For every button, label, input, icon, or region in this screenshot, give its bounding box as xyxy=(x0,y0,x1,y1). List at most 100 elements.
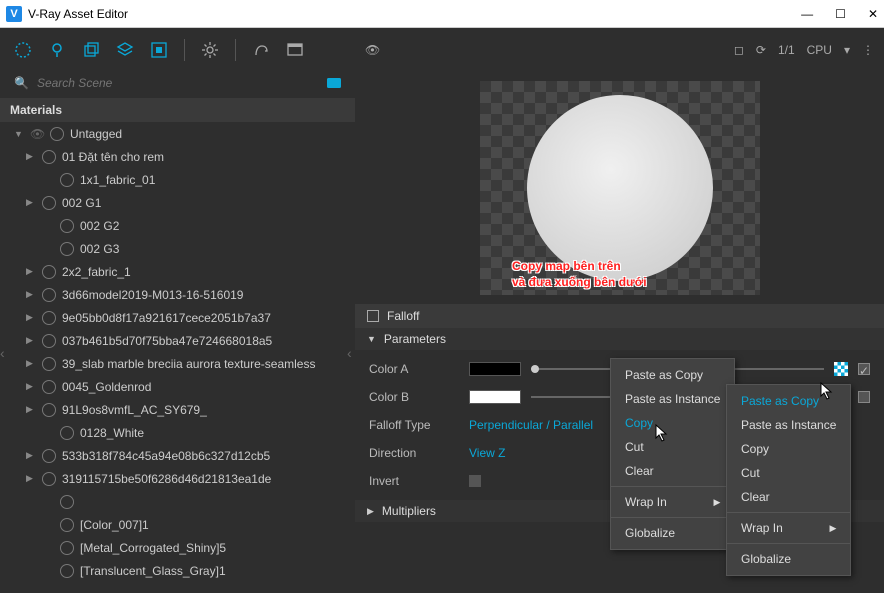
tree-item-label: 39_slab marble breciia aurora texture-se… xyxy=(62,357,315,371)
menu-item[interactable]: Paste as Instance xyxy=(611,387,734,411)
menu-item[interactable]: Cut xyxy=(727,461,850,485)
color-b-map-checkbox[interactable] xyxy=(858,391,870,403)
tree-arrow-icon: ▶ xyxy=(26,266,36,277)
window-minimize-button[interactable]: — xyxy=(801,7,813,21)
direction-value[interactable]: View Z xyxy=(469,446,505,460)
parameters-header[interactable]: ▼ Parameters xyxy=(355,328,884,350)
search-input[interactable] xyxy=(37,76,319,90)
toolbar-divider xyxy=(235,39,236,61)
falloff-icon xyxy=(367,310,379,322)
search-filter-icon[interactable] xyxy=(327,78,341,88)
invert-checkbox[interactable] xyxy=(469,475,481,487)
render-icon[interactable] xyxy=(248,37,274,63)
menu-item[interactable]: Wrap In▶ xyxy=(611,490,734,514)
tree-item[interactable]: ▶ 9e05bb0d8f17a921617cece2051b7a37 xyxy=(10,306,351,329)
parameters-title: Parameters xyxy=(384,332,446,346)
window-maximize-button[interactable]: ☐ xyxy=(835,7,846,21)
material-swatch-icon xyxy=(60,564,74,578)
tree-item[interactable]: [Translucent_Glass_Gray]1 xyxy=(10,559,351,582)
lights-tab-icon[interactable] xyxy=(44,37,70,63)
color-a-swatch[interactable] xyxy=(469,362,521,376)
color-b-swatch[interactable] xyxy=(469,390,521,404)
menu-item[interactable]: Paste as Copy xyxy=(611,363,734,387)
falloff-header[interactable]: Falloff xyxy=(355,304,884,328)
asset-toolbar xyxy=(0,28,355,72)
tree-item-label: 319115715be50f6286d46d21813ea1de xyxy=(62,472,271,486)
tree-item[interactable]: ▶91L9os8vmfL_AC_SY679_ xyxy=(10,398,351,421)
tree-item-label: 002 G2 xyxy=(80,219,119,233)
submenu-arrow-icon: ▶ xyxy=(829,523,836,534)
tree-arrow-icon: ▶ xyxy=(26,335,36,346)
material-swatch-icon xyxy=(60,495,74,509)
menu-item[interactable]: Globalize xyxy=(727,547,850,571)
context-menu-1: Paste as CopyPaste as InstanceCopyCutCle… xyxy=(610,358,735,550)
more-menu-icon[interactable]: ⋮ xyxy=(862,43,874,57)
color-b-label: Color B xyxy=(369,390,459,404)
tree-item[interactable]: ▼👁Untagged xyxy=(10,122,351,145)
color-a-map-checkbox[interactable]: ✓ xyxy=(858,363,870,375)
visibility-icon[interactable]: 👁 xyxy=(30,127,44,141)
fallofftype-value[interactable]: Perpendicular / Parallel xyxy=(469,418,593,432)
tree-item[interactable]: ▶0045_Goldenrod xyxy=(10,375,351,398)
menu-item[interactable]: Paste as Instance xyxy=(727,413,850,437)
preview-eye-icon[interactable]: 👁 xyxy=(365,43,380,57)
menu-item[interactable]: Clear xyxy=(727,485,850,509)
search-icon: 🔍 xyxy=(14,76,29,90)
tree-item[interactable]: ▶39_slab marble breciia aurora texture-s… xyxy=(10,352,351,375)
menu-item[interactable]: Cut xyxy=(611,435,734,459)
materials-tab-icon[interactable] xyxy=(10,37,36,63)
menu-item[interactable]: Copy xyxy=(727,437,850,461)
tree-item[interactable]: [Metal_Corrogated_Shiny]5 xyxy=(10,536,351,559)
tree-item-label: 2x2_fabric_1 xyxy=(62,265,131,279)
tree-item[interactable]: ▶319115715be50f6286d46d21813ea1de xyxy=(10,467,351,490)
render-dropdown-icon[interactable]: ▾ xyxy=(844,43,850,57)
material-swatch-icon xyxy=(42,403,56,417)
preview-frame-icon[interactable]: ◻ xyxy=(734,43,744,57)
cursor-icon xyxy=(655,424,669,442)
tree-arrow-icon: ▶ xyxy=(26,289,36,300)
material-swatch-icon xyxy=(42,357,56,371)
color-a-map-button[interactable] xyxy=(834,362,848,376)
left-edge-handle[interactable]: ‹ xyxy=(0,345,5,361)
tree-item[interactable]: [Color_007]1 xyxy=(10,513,351,536)
framebuffer-icon[interactable] xyxy=(282,37,308,63)
tree-arrow-icon: ▼ xyxy=(14,129,24,139)
tree-item[interactable]: 1x1_fabric_01 xyxy=(10,168,351,191)
tree-item[interactable]: ▶002 G1 xyxy=(10,191,351,214)
layers-tab-icon[interactable] xyxy=(112,37,138,63)
render-engine[interactable]: CPU xyxy=(807,43,832,57)
tree-item[interactable] xyxy=(10,490,351,513)
tree-item-label: 9e05bb0d8f17a921617cece2051b7a37 xyxy=(62,311,271,325)
menu-item[interactable]: Wrap In▶ xyxy=(727,516,850,540)
tree-item-label: 01 Đặt tên cho rem xyxy=(62,150,164,164)
tree-item-label: [Metal_Corrogated_Shiny]5 xyxy=(80,541,226,555)
tree-item-label: 533b318f784c45a94e08b6c327d12cb5 xyxy=(62,449,270,463)
tree-item[interactable]: ▶533b318f784c45a94e08b6c327d12cb5 xyxy=(10,444,351,467)
tree-arrow-icon: ▶ xyxy=(26,312,36,323)
preview-toolbar: 👁 ◻ ⟳ 1/1 CPU ▾ ⋮ xyxy=(355,28,884,72)
settings-icon[interactable] xyxy=(197,37,223,63)
tree-item-label: 0128_White xyxy=(80,426,144,440)
tree-arrow-icon: ▶ xyxy=(26,151,36,162)
material-tree: ▼👁Untagged▶01 Đặt tên cho rem1x1_fabric_… xyxy=(0,122,355,593)
preview-refresh-icon[interactable]: ⟳ xyxy=(756,43,766,57)
panel-edge-handle[interactable]: ‹ xyxy=(347,345,352,361)
menu-item[interactable]: Globalize xyxy=(611,521,734,545)
material-swatch-icon xyxy=(42,150,56,164)
tree-item[interactable]: ▶3d66model2019-M013-16-516019 xyxy=(10,283,351,306)
tree-item[interactable]: 0128_White xyxy=(10,421,351,444)
tree-item[interactable]: 002 G2 xyxy=(10,214,351,237)
menu-item[interactable]: Clear xyxy=(611,459,734,483)
geometry-tab-icon[interactable] xyxy=(78,37,104,63)
window-title: V-Ray Asset Editor xyxy=(28,7,128,21)
tree-item[interactable]: ▶ 01 Đặt tên cho rem xyxy=(10,145,351,168)
tree-item[interactable]: 002 G3 xyxy=(10,237,351,260)
menu-item[interactable]: Copy xyxy=(611,411,734,435)
tree-item[interactable]: ▶ 2x2_fabric_1 xyxy=(10,260,351,283)
window-close-button[interactable]: ✕ xyxy=(868,7,878,21)
textures-tab-icon[interactable] xyxy=(146,37,172,63)
collapse-icon: ▼ xyxy=(367,334,376,344)
material-swatch-icon xyxy=(42,380,56,394)
tree-item[interactable]: ▶037b461b5d70f75bba47e724668018a5 xyxy=(10,329,351,352)
preview-ratio[interactable]: 1/1 xyxy=(778,43,795,57)
